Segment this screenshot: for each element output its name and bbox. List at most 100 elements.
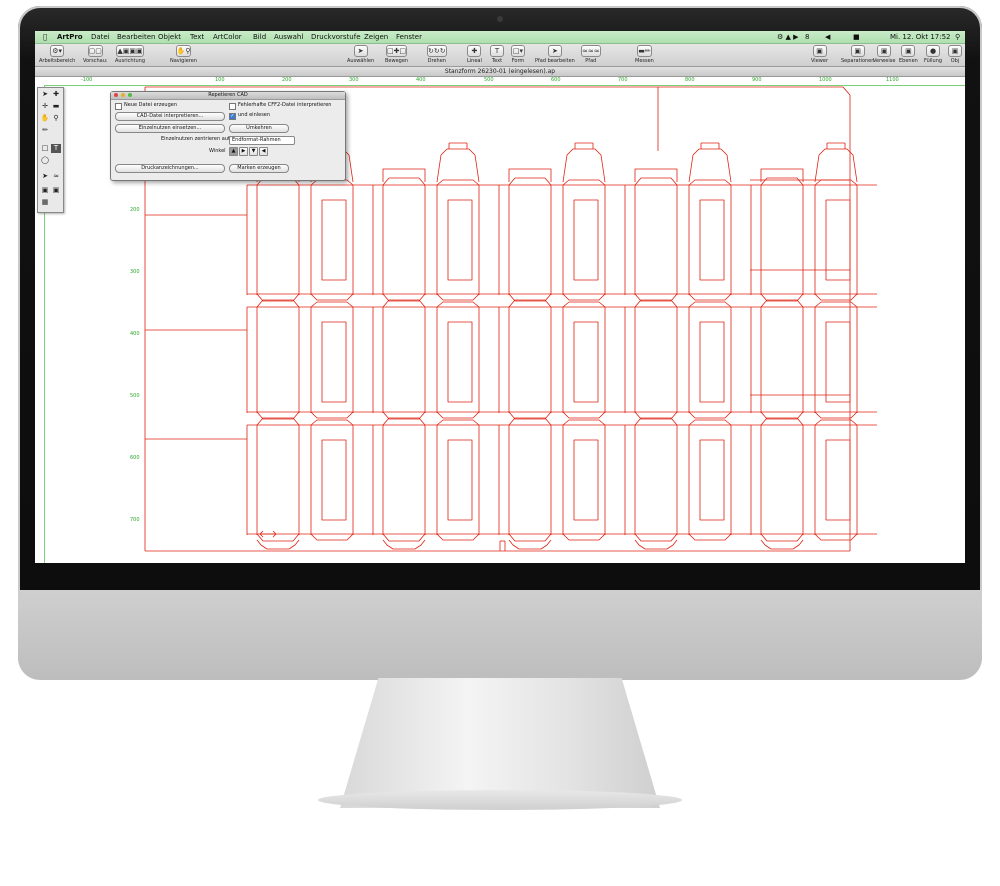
faulty-cff2-checkbox[interactable]: [229, 103, 236, 110]
angle-0-icon[interactable]: ▲: [229, 147, 238, 156]
ruler-tick: 800: [685, 77, 695, 83]
tb-ebenen[interactable]: ▣ Ebenen: [899, 45, 918, 64]
dieline-flap: [814, 533, 858, 541]
create-marks-button[interactable]: Marken erzeugen: [229, 164, 289, 173]
ruler-tick: 500: [484, 77, 494, 83]
tb-viewer[interactable]: ▣ Viewer: [811, 45, 828, 64]
crosshair-tool-icon[interactable]: ✛: [40, 102, 50, 111]
shape-tool-icon[interactable]: ▣: [51, 186, 61, 195]
dieline-flap: [310, 411, 354, 419]
zoom-tool-icon[interactable]: ⚲: [51, 114, 61, 123]
ruler-tool-icon[interactable]: ▬: [51, 102, 61, 111]
reverse-button[interactable]: Umkehren: [229, 124, 289, 133]
dieline-flap: [562, 301, 606, 308]
tb-form[interactable]: □▾ Form: [511, 45, 525, 64]
volume-icon[interactable]: ◀: [825, 31, 830, 43]
dieline-flap: [562, 419, 606, 426]
ruler-tick: 200: [282, 77, 292, 83]
monitor-stand-base: [318, 790, 682, 810]
ellipse-tool-icon[interactable]: ◯: [40, 156, 50, 165]
minimize-icon[interactable]: [121, 93, 125, 97]
flag-icon[interactable]: ■: [853, 31, 860, 43]
dieline-flap: [814, 411, 858, 419]
apple-icon[interactable]: : [43, 31, 47, 43]
text-tool-icon[interactable]: T: [51, 144, 61, 153]
dieline-window: [447, 199, 473, 281]
eyedropper-tool-icon[interactable]: ✏: [40, 126, 50, 135]
dieline-flap: [760, 177, 804, 186]
tb-pfad-bearbeiten[interactable]: ➤ Pfad bearbeiten: [535, 45, 575, 64]
angle-180-icon[interactable]: ▼: [249, 147, 258, 156]
tb-bewegen[interactable]: □✚□ Bewegen: [385, 45, 408, 64]
and-read-checkbox[interactable]: ✓: [229, 113, 236, 120]
new-file-checkbox[interactable]: [115, 103, 122, 110]
arrow-tool-icon[interactable]: ➤: [40, 90, 50, 99]
tb-auswaehlen[interactable]: ➤ Auswählen: [347, 45, 374, 64]
angle-270-icon[interactable]: ◀: [259, 147, 268, 156]
status-icons[interactable]: ⚙ ▲ ▶: [777, 31, 799, 43]
hand-tool-icon[interactable]: ✋: [40, 114, 50, 123]
search-icon[interactable]: ⚲: [955, 31, 960, 43]
dieline-window: [573, 321, 599, 403]
ruler-tick: 300: [349, 77, 359, 83]
dieline-window: [321, 321, 347, 403]
rect-tool-icon[interactable]: □: [40, 144, 50, 153]
menu-text[interactable]: Text: [190, 31, 204, 43]
tb-text[interactable]: T Text: [490, 45, 504, 64]
angle-90-icon[interactable]: ▶: [239, 147, 248, 156]
select-region-tool-icon[interactable]: ▦: [40, 198, 50, 207]
menu-druckvorstufe[interactable]: Druckvorstufe: [311, 31, 361, 43]
layers-tool-icon[interactable]: ▣: [40, 186, 50, 195]
dieline-window: [699, 199, 725, 281]
path-tool-icon[interactable]: ≈: [51, 172, 61, 181]
close-icon[interactable]: [114, 93, 118, 97]
tb-drehen[interactable]: ↻↻↻ Drehen: [427, 45, 447, 64]
menu-bild[interactable]: Bild: [253, 31, 266, 43]
tool-palette: ➤ ✚ ✛ ▬ ✋ ⚲ ✏ □ T ◯ ➤ ≈ ▣ ▣ ▦: [37, 87, 64, 213]
menu-bearbeiten[interactable]: Bearbeiten: [117, 31, 155, 43]
dieline-flap: [562, 533, 606, 541]
tb-lineal[interactable]: ✚ Lineal: [467, 45, 482, 64]
insert-units-button[interactable]: Einzelnutzen einsetzen...: [115, 124, 225, 133]
center-on-select[interactable]: Endformat-Rahmen: [229, 136, 295, 145]
dieline-flap: [688, 301, 732, 308]
dieline-flap: [760, 533, 804, 542]
menu-app-name[interactable]: ArtPro: [57, 31, 83, 43]
dieline-flap: [310, 293, 354, 301]
tb-vorschau[interactable]: ▢▢ Vorschau:: [83, 45, 108, 64]
print-marks-button[interactable]: Druckanzeichnungen...: [115, 164, 225, 173]
cad-interpret-button[interactable]: CAD-Datei interpretieren...: [115, 112, 225, 121]
tb-arbeitsbereich[interactable]: ⚙▾ Arbeitsbereich: [39, 45, 75, 64]
menu-zeigen[interactable]: Zeigen: [364, 31, 388, 43]
tb-navigieren[interactable]: ✋⚲ Navigieren: [170, 45, 197, 64]
dieline-flap: [508, 177, 552, 186]
dieline-flap: [814, 301, 858, 308]
dieline-flap: [688, 179, 732, 186]
tb-fuellung[interactable]: ● Füllung: [924, 45, 942, 64]
menu-clock[interactable]: Mi. 12. Okt 17:52: [890, 31, 951, 43]
dieline-flap: [310, 301, 354, 308]
tb-separationen[interactable]: ▣ Separationen: [841, 45, 874, 64]
camera: [497, 16, 503, 22]
tb-obj[interactable]: ▣ Obj: [948, 45, 962, 64]
dieline-flap: [436, 411, 480, 419]
dieline-window: [825, 321, 851, 403]
menu-bar:  ArtPro Datei Bearbeiten Objekt Text Ar…: [35, 31, 965, 44]
zoom-icon[interactable]: [128, 93, 132, 97]
path-select-tool-icon[interactable]: ➤: [40, 172, 50, 181]
dieline-flap: [382, 168, 426, 182]
move-tool-icon[interactable]: ✚: [51, 90, 61, 99]
screen:  ArtPro Datei Bearbeiten Objekt Text Ar…: [35, 31, 965, 563]
menu-artcolor[interactable]: ArtColor: [213, 31, 242, 43]
menu-datei[interactable]: Datei: [91, 31, 110, 43]
menu-auswahl[interactable]: Auswahl: [274, 31, 303, 43]
menu-fenster[interactable]: Fenster: [396, 31, 422, 43]
tb-pfad[interactable]: ≈≈≈ Pfad: [581, 45, 601, 64]
tb-verweise[interactable]: ▣ Verweise: [873, 45, 895, 64]
ruler-tick: -100: [81, 77, 93, 83]
menu-objekt[interactable]: Objekt: [158, 31, 181, 43]
tb-messen[interactable]: ▬✏ Messen: [635, 45, 654, 64]
tb-ausrichtung[interactable]: ▲▣▣▣ Ausrichtung: [115, 45, 145, 64]
new-file-label: Neue Datei erzeugen: [124, 102, 178, 108]
dieline-flap: [814, 179, 858, 186]
